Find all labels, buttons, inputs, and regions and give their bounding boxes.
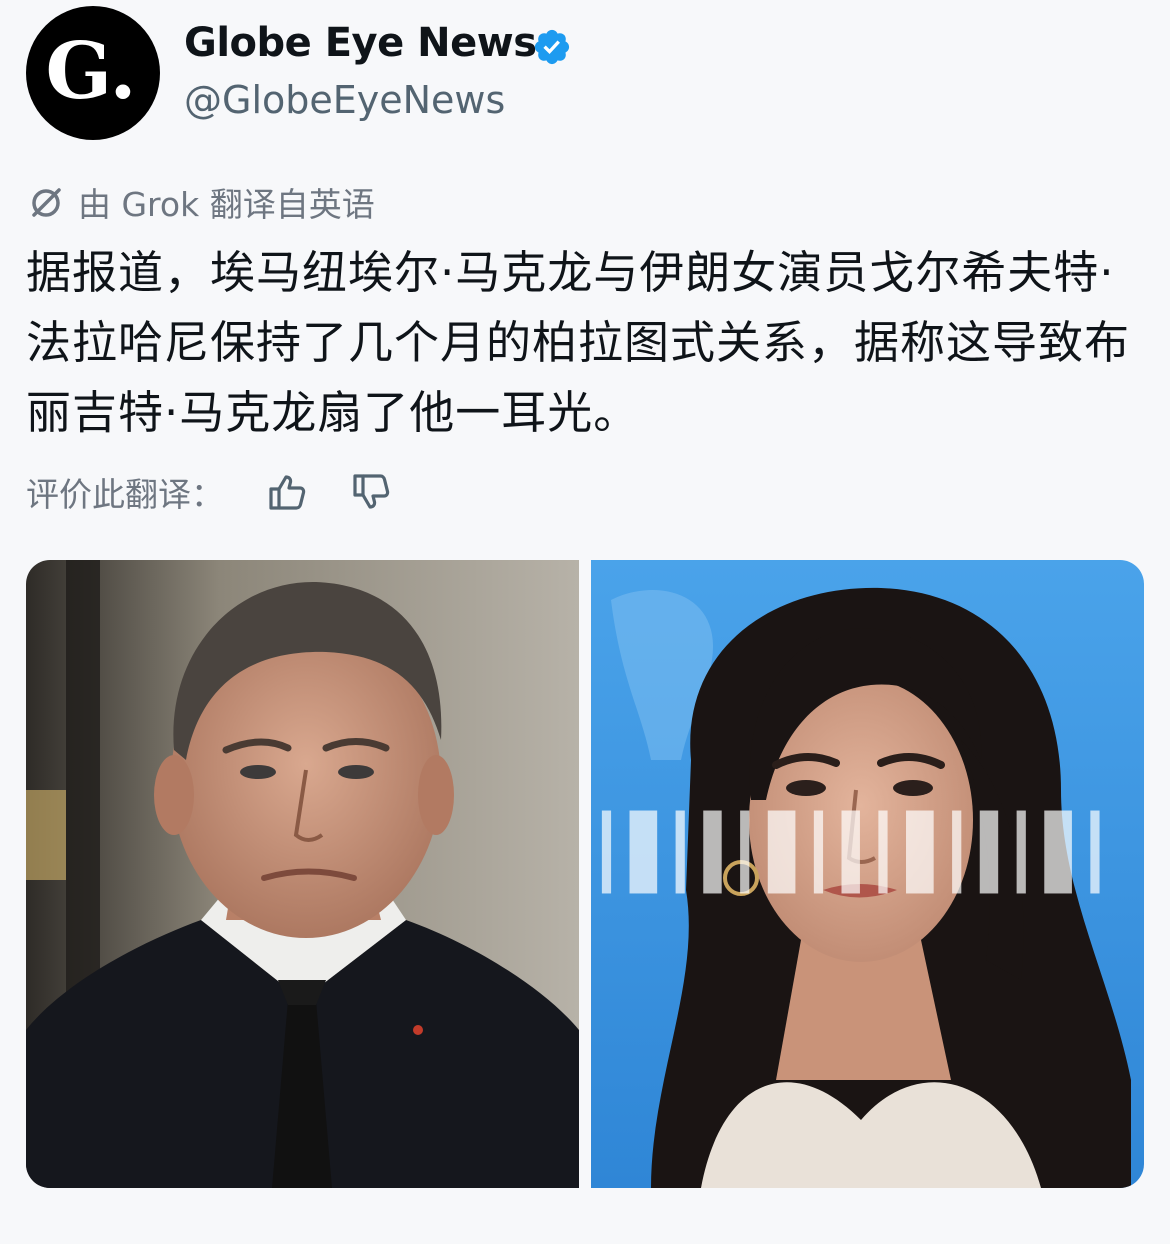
photo-right[interactable]	[591, 560, 1144, 1188]
thumbs-up-icon	[269, 475, 306, 510]
post-text: 据报道，埃马纽埃尔·马克龙与伊朗女演员戈尔希夫特·法拉哈尼保持了几个月的柏拉图式…	[26, 246, 1131, 439]
translation-note-text: 由 Grok 翻译自英语	[78, 185, 375, 224]
translation-note: 由 Grok 翻译自英语	[26, 180, 375, 224]
display-name[interactable]: Globe Eye News	[184, 20, 537, 66]
avatar-logo-text: G.	[45, 26, 137, 117]
thumbs-down-icon	[353, 474, 390, 509]
photo-left[interactable]	[26, 560, 579, 1188]
post: G. Globe Eye News @GlobeEyeNews 由 Grok 翻…	[0, 0, 1170, 1244]
thumbs-down-button[interactable]	[350, 470, 394, 514]
verified-badge-icon	[534, 29, 570, 65]
rate-translation: 评价此翻译：	[26, 464, 394, 520]
account-handle[interactable]: @GlobeEyeNews	[184, 78, 505, 122]
thumbs-up-button[interactable]	[266, 470, 310, 514]
media-grid	[26, 560, 1144, 1188]
watermark-barcode	[601, 810, 1100, 894]
photo-man-portrait	[26, 560, 579, 1188]
avatar[interactable]: G.	[26, 6, 160, 140]
translate-slash-icon	[32, 188, 61, 217]
rate-translation-label: 评价此翻译：	[26, 475, 224, 514]
